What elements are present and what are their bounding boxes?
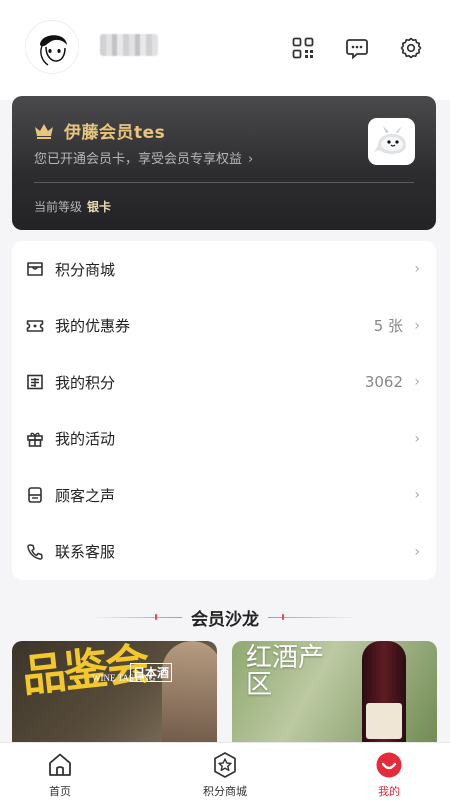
menu-item-label: 联系客服 bbox=[55, 543, 116, 562]
star-badge-icon bbox=[214, 752, 236, 778]
points-icon bbox=[26, 373, 44, 391]
phone-icon bbox=[26, 543, 44, 561]
nickname-redacted bbox=[100, 34, 158, 56]
profile-header bbox=[0, 0, 450, 100]
salon-divider-right bbox=[268, 617, 358, 618]
salon-card-person bbox=[162, 641, 217, 751]
salon-card-wine-region[interactable]: 红酒产区 bbox=[232, 641, 437, 751]
member-card-title: 伊藤会员tes bbox=[64, 123, 166, 143]
tab-label: 首页 bbox=[49, 785, 71, 798]
tab-points-mall[interactable]: 积分商城 bbox=[175, 743, 275, 800]
menu-item-label: 顾客之声 bbox=[55, 486, 116, 505]
qr-code-icon[interactable] bbox=[291, 36, 315, 60]
chevron-right-icon: › bbox=[414, 261, 420, 278]
wine-bottle-label bbox=[366, 703, 402, 739]
member-card-subtitle[interactable]: 您已开通会员卡，享受会员专享权益 › bbox=[34, 148, 253, 167]
member-benefits-text: 您已开通会员卡，享受会员专享权益 bbox=[34, 152, 243, 167]
menu-item-label: 我的积分 bbox=[55, 373, 116, 392]
feedback-icon bbox=[26, 486, 44, 504]
avatar-face-icon bbox=[27, 22, 78, 73]
chevron-right-icon: › bbox=[248, 152, 254, 167]
chevron-right-icon: › bbox=[414, 487, 420, 504]
home-icon bbox=[49, 753, 71, 776]
menu-item-label: 积分商城 bbox=[55, 260, 116, 279]
dog-mascot-icon bbox=[374, 126, 406, 154]
menu-item-my-points[interactable]: 我的积分 3062 › bbox=[12, 354, 436, 411]
member-level-value: 银卡 bbox=[87, 200, 112, 214]
points-balance: 3062 bbox=[364, 373, 403, 392]
message-icon[interactable] bbox=[345, 36, 369, 60]
salon-card-tasting[interactable]: 品鉴会 WINE TASTING 日本酒 bbox=[12, 641, 217, 751]
avatar[interactable] bbox=[25, 20, 79, 74]
tab-mine[interactable]: 我的 bbox=[339, 743, 439, 800]
chevron-right-icon: › bbox=[414, 317, 420, 334]
member-card[interactable]: 伊藤会员tes 您已开通会员卡，享受会员专享权益 › 当前等级 银卡 bbox=[12, 96, 436, 230]
chevron-right-icon: › bbox=[414, 430, 420, 447]
menu-item-coupons[interactable]: 我的优惠券 5 张 › bbox=[12, 298, 436, 355]
menu-item-contact-service[interactable]: 联系客服 › bbox=[12, 524, 436, 581]
member-level: 当前等级 银卡 bbox=[34, 198, 111, 215]
chevron-right-icon: › bbox=[414, 543, 420, 560]
bottom-tab-bar: 首页 积分商城 我的 bbox=[0, 742, 450, 800]
menu-item-label: 我的活动 bbox=[55, 430, 116, 449]
coupon-count: 5 张 bbox=[373, 317, 403, 336]
salon-section-title: 会员沙龙 bbox=[191, 610, 259, 630]
tab-label: 我的 bbox=[378, 785, 400, 798]
coupon-icon bbox=[26, 317, 44, 335]
member-card-divider bbox=[34, 182, 414, 183]
salon-card-wine-title: 红酒产区 bbox=[246, 643, 325, 701]
tab-home[interactable]: 首页 bbox=[10, 743, 110, 800]
gift-icon bbox=[26, 430, 44, 448]
member-level-label: 当前等级 bbox=[34, 200, 83, 214]
menu-item-points-mall[interactable]: 积分商城 › bbox=[12, 241, 436, 298]
salon-card-tasting-subtitle: 日本酒 bbox=[130, 663, 173, 682]
crown-icon bbox=[35, 124, 53, 139]
menu-item-customer-voice[interactable]: 顾客之声 › bbox=[12, 467, 436, 524]
profile-smile-icon bbox=[376, 752, 402, 778]
tab-label: 积分商城 bbox=[203, 785, 247, 798]
brand-logo bbox=[368, 118, 415, 165]
menu-item-my-activities[interactable]: 我的活动 › bbox=[12, 411, 436, 468]
store-icon bbox=[26, 260, 44, 278]
menu-item-label: 我的优惠券 bbox=[55, 317, 131, 336]
chevron-right-icon: › bbox=[414, 374, 420, 391]
settings-gear-icon[interactable] bbox=[399, 36, 423, 60]
account-menu: 积分商城 › 我的优惠券 5 张 › 我的积分 3062 › 我的活动 › 顾客… bbox=[12, 241, 436, 580]
